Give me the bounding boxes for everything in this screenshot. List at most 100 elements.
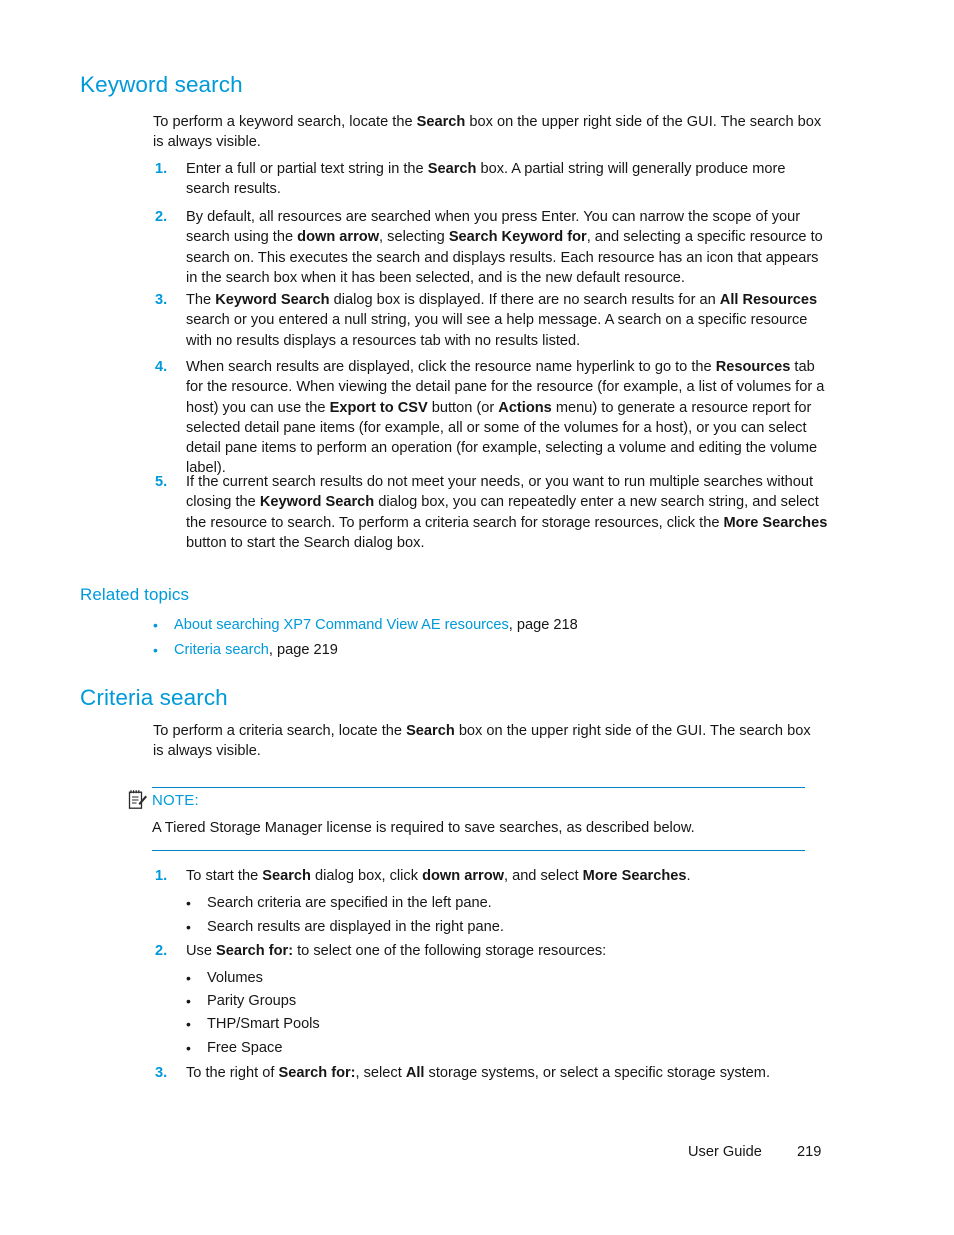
- keyword-step-5: 5. If the current search results do not …: [155, 472, 833, 553]
- criteria-step-3: 3. To the right of Search for:, select A…: [155, 1063, 833, 1083]
- body-text: When search results are displayed, click…: [186, 359, 716, 375]
- step-number: 2.: [155, 209, 168, 225]
- note-bottom-rule: [152, 850, 805, 851]
- emphasis-text: More Searches: [723, 514, 828, 531]
- body-text: button (or: [427, 399, 499, 416]
- criteria-step2-bullet: • Free Space: [186, 1038, 746, 1058]
- note-text: A Tiered Storage Manager license is requ…: [152, 820, 695, 836]
- step-body: The Keyword Search dialog box is display…: [186, 290, 830, 351]
- criteria-step-2: 2. Use Search for: to select one of the …: [155, 941, 833, 961]
- emphasis-text: Search: [262, 868, 311, 884]
- body-text: To the right of: [186, 1065, 279, 1081]
- body-text: Use: [186, 943, 217, 959]
- bullet-icon: •: [153, 642, 158, 658]
- body-text: search or you entered a null string, you…: [186, 312, 808, 349]
- keyword-step-4: 4. When search results are displayed, cl…: [155, 357, 833, 479]
- intro-text-c: box on the upper right side of the GUI. …: [465, 114, 794, 130]
- body-text: , selecting: [379, 229, 449, 246]
- intro-text-c: box on the upper right side of the GUI. …: [454, 723, 784, 739]
- criteria-step2-bullet: • Volumes: [186, 968, 746, 988]
- related-topic-item[interactable]: • About searching XP7 Command View AE re…: [153, 615, 793, 635]
- body-text: dialog box, click: [310, 868, 423, 884]
- intro-bold-search: Search: [406, 723, 455, 739]
- emphasis-text: down arrow: [422, 868, 504, 884]
- bullet-text: Free Space: [207, 1040, 283, 1056]
- bullet-icon: •: [153, 617, 158, 633]
- body-text: The: [186, 292, 216, 308]
- bullet-text: Parity Groups: [207, 993, 297, 1009]
- emphasis-text: Resources: [715, 359, 791, 375]
- note-pad-pencil-icon: [128, 789, 148, 811]
- body-text: To start the: [186, 868, 263, 884]
- step-number: 3.: [155, 1065, 168, 1081]
- body-text: , and select: [503, 868, 583, 884]
- step-body: If the current search results do not mee…: [186, 472, 833, 553]
- emphasis-text: Actions: [498, 399, 552, 416]
- bullet-icon: •: [186, 1016, 191, 1032]
- emphasis-text: More Searches: [582, 868, 687, 884]
- page-title-keyword-search: Keyword search: [80, 72, 243, 97]
- link-criteria-search[interactable]: Criteria search: [174, 642, 269, 658]
- intro-text-a: To perform a criteria search, locate the: [153, 723, 407, 739]
- emphasis-text: Keyword Search: [215, 292, 330, 308]
- step-body: Use Search for: to select one of the fol…: [186, 941, 833, 961]
- criteria-step1-bullet: • Search criteria are specified in the l…: [186, 893, 746, 913]
- bullet-text: Search results are displayed in the righ…: [207, 919, 504, 935]
- emphasis-text: Export to CSV: [329, 399, 428, 416]
- keyword-step-2: 2. By default, all resources are searche…: [155, 207, 830, 288]
- bullet-text: Volumes: [207, 970, 263, 986]
- bullet-icon: •: [186, 895, 191, 911]
- note-label: NOTE:: [152, 792, 199, 809]
- emphasis-text: down arrow: [297, 229, 380, 246]
- footer-page-number: 219: [797, 1144, 822, 1160]
- bullet-icon: •: [186, 993, 191, 1009]
- criteria-step2-bullet: • Parity Groups: [186, 991, 746, 1011]
- step-body: To start the Search dialog box, click do…: [186, 866, 833, 886]
- heading-related-topics: Related topics: [80, 585, 190, 604]
- keyword-step-3: 3. The Keyword Search dialog box is disp…: [155, 290, 830, 351]
- related-topic-body: About searching XP7 Command View AE reso…: [174, 615, 793, 635]
- step-number: 4.: [155, 359, 168, 375]
- criteria-step-1: 1. To start the Search dialog box, click…: [155, 866, 833, 886]
- page-title-criteria-search: Criteria search: [80, 685, 228, 710]
- step-number: 1.: [155, 161, 168, 177]
- body-text: Enter a full or partial text string in t…: [186, 161, 428, 177]
- bullet-text: Search criteria are specified in the lef…: [207, 895, 492, 911]
- emphasis-text: All Resources: [719, 292, 818, 308]
- criteria-step1-bullet: • Search results are displayed in the ri…: [186, 917, 746, 937]
- footer-label: User Guide: [688, 1144, 762, 1160]
- link-about-searching[interactable]: About searching XP7 Command View AE reso…: [174, 617, 509, 633]
- related-topic-page: , page 218: [508, 617, 578, 633]
- step-body: When search results are displayed, click…: [186, 357, 833, 479]
- body-text: dialog box is displayed. If there are no…: [329, 292, 720, 308]
- related-topic-body: Criteria search, page 219: [174, 640, 793, 660]
- step-number: 3.: [155, 292, 168, 308]
- related-topic-item[interactable]: • Criteria search, page 219: [153, 640, 793, 660]
- step-body: Enter a full or partial text string in t…: [186, 159, 830, 200]
- body-text: storage systems, or select a specific st…: [424, 1065, 770, 1081]
- step-body: By default, all resources are searched w…: [186, 207, 830, 288]
- emphasis-text: Keyword Search: [259, 494, 375, 511]
- document-page: Keyword search To perform a keyword sear…: [0, 0, 954, 1235]
- step-number: 5.: [155, 474, 168, 490]
- emphasis-text: Search Keyword for: [448, 229, 587, 246]
- intro-bold-search: Search: [416, 114, 466, 130]
- emphasis-text: All: [405, 1065, 425, 1081]
- bullet-text: THP/Smart Pools: [207, 1016, 320, 1032]
- bullet-icon: •: [186, 1040, 191, 1056]
- keyword-step-1: 1. Enter a full or partial text string i…: [155, 159, 830, 200]
- body-text: button to start the Search dialog box.: [186, 534, 425, 551]
- criteria-search-intro: To perform a criteria search, locate the…: [153, 721, 813, 762]
- criteria-step2-bullet: • THP/Smart Pools: [186, 1014, 746, 1034]
- step-body: To the right of Search for:, select All …: [186, 1063, 833, 1083]
- intro-text-a: To perform a keyword search, locate the: [153, 114, 417, 130]
- related-topic-page: , page 219: [268, 642, 338, 658]
- body-text: , select: [355, 1065, 406, 1081]
- keyword-search-intro: To perform a keyword search, locate the …: [153, 112, 825, 153]
- emphasis-text: Search: [427, 161, 477, 177]
- note-top-rule: [152, 787, 805, 788]
- emphasis-text: Search for:: [216, 943, 294, 959]
- body-text: to select one of the following storage r…: [293, 943, 607, 959]
- body-text: .: [686, 868, 691, 884]
- step-number: 1.: [155, 868, 168, 884]
